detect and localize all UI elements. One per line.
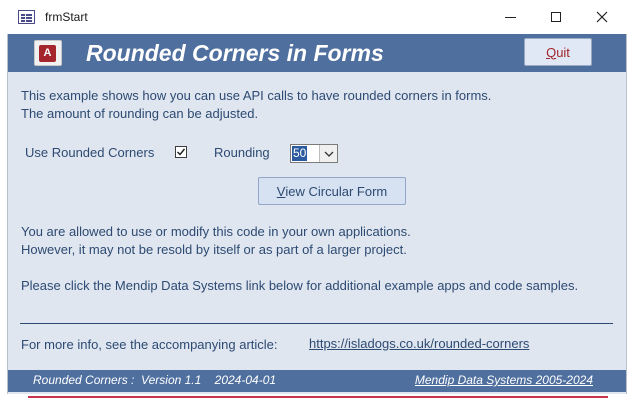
- page-title: Rounded Corners in Forms: [86, 40, 384, 66]
- license-line-1: You are allowed to use or modify this co…: [21, 224, 411, 239]
- form-footer: Rounded Corners : Version 1.1 2024-04-01…: [8, 370, 626, 392]
- quit-button[interactable]: Quit: [524, 38, 592, 66]
- examples-note: Please click the Mendip Data Systems lin…: [21, 278, 579, 293]
- maximize-button[interactable]: [533, 0, 579, 34]
- circular-hotkey: V: [276, 183, 286, 199]
- intro-line-2: The amount of rounding can be adjusted.: [21, 106, 259, 121]
- quit-hotkey: Q: [546, 44, 557, 60]
- intro-line-1: This example shows how you can use API c…: [21, 88, 492, 103]
- use-rounded-checkbox[interactable]: [175, 146, 187, 158]
- minimize-button[interactable]: [487, 0, 533, 34]
- chevron-down-icon: [324, 151, 333, 157]
- circular-label: iew Circular Form: [285, 183, 388, 199]
- rounding-value[interactable]: 50: [292, 146, 308, 161]
- minimize-icon: [504, 16, 516, 18]
- window-title: frmStart: [45, 10, 88, 24]
- window-bottom-border: [28, 396, 608, 398]
- form-icon: [18, 10, 35, 24]
- mendip-link[interactable]: Mendip Data Systems 2005-2024: [415, 373, 593, 387]
- checkmark-icon: [177, 148, 186, 156]
- rounding-label: Rounding: [214, 145, 270, 160]
- article-link[interactable]: https://isladogs.co.uk/rounded-corners: [309, 336, 529, 351]
- title-bar[interactable]: frmStart: [0, 0, 632, 34]
- rounding-combo[interactable]: 50: [290, 144, 338, 163]
- close-icon: [596, 11, 608, 23]
- use-rounded-label: Use Rounded Corners: [25, 145, 155, 160]
- quit-label: uit: [556, 44, 570, 60]
- rounding-dropdown-button[interactable]: [319, 145, 337, 162]
- close-button[interactable]: [579, 0, 625, 34]
- info-label: For more info, see the accompanying arti…: [21, 337, 278, 352]
- form-body: A Rounded Corners in Forms Quit This exa…: [7, 34, 627, 394]
- app-window: frmStart A Rounded Corners in Forms Quit…: [0, 0, 632, 400]
- view-circular-form-button[interactable]: View Circular Form: [258, 177, 406, 205]
- license-line-2: However, it may not be resold by itself …: [21, 242, 407, 257]
- access-logo-icon: A: [34, 40, 62, 66]
- version-info: Rounded Corners : Version 1.1 2024-04-01: [33, 373, 277, 387]
- form-header: A Rounded Corners in Forms Quit: [8, 34, 626, 72]
- maximize-icon: [551, 12, 561, 22]
- divider: [20, 323, 613, 324]
